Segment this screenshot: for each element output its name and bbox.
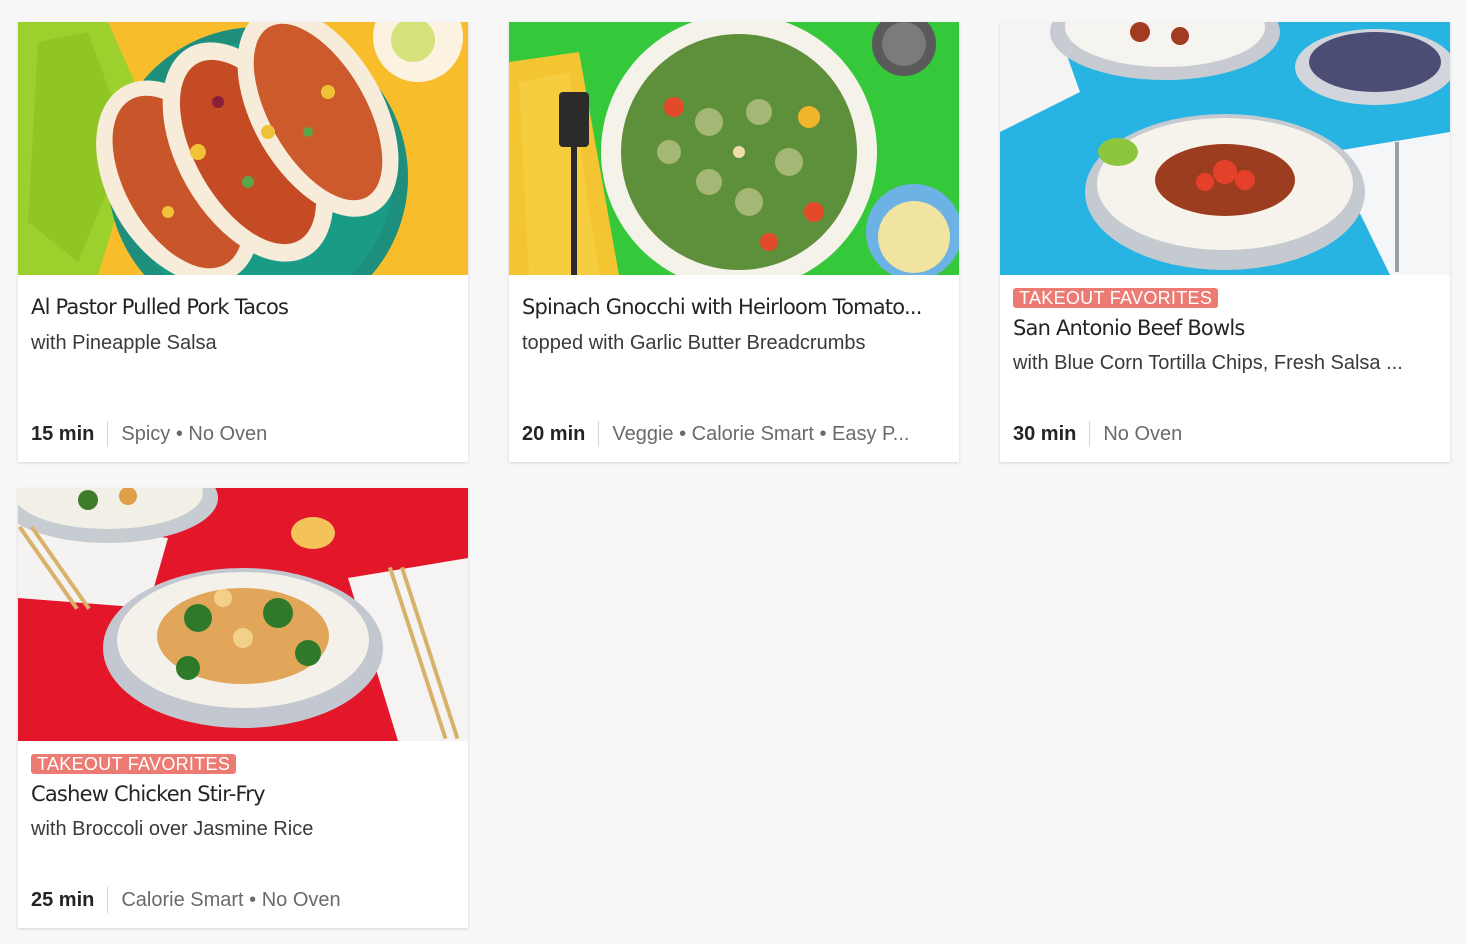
recipe-title[interactable]: Spinach Gnocchi with Heirloom Tomato... — [522, 293, 946, 321]
recipe-meta: 30 min No Oven — [1013, 421, 1437, 447]
recipe-info: Al Pastor Pulled Pork Tacos with Pineapp… — [18, 275, 468, 462]
prep-time: 15 min — [31, 422, 95, 445]
recipe-title[interactable]: Al Pastor Pulled Pork Tacos — [31, 293, 455, 321]
recipe-title[interactable]: Cashew Chicken Stir-Fry — [31, 780, 455, 808]
recipe-tags: Calorie Smart • No Oven — [121, 888, 341, 911]
recipe-grid: Al Pastor Pulled Pork Tacos with Pineapp… — [0, 0, 1466, 944]
recipe-meta: 15 min Spicy • No Oven — [31, 421, 455, 447]
recipe-tags: Veggie • Calorie Smart • Easy P... — [612, 422, 910, 445]
recipe-tags: Spicy • No Oven — [121, 422, 268, 445]
recipe-subtitle: topped with Garlic Butter Breadcrumbs — [522, 332, 866, 354]
prep-time: 30 min — [1013, 422, 1077, 445]
recipe-subtitle: with Pineapple Salsa — [31, 332, 217, 354]
meta-divider — [107, 421, 109, 447]
prep-time: 20 min — [522, 422, 586, 445]
recipe-tags: No Oven — [1103, 422, 1183, 445]
recipe-card-spinach-gnocchi[interactable]: Spinach Gnocchi with Heirloom Tomato... … — [509, 22, 959, 462]
recipe-meta: 20 min Veggie • Calorie Smart • Easy P..… — [522, 421, 946, 447]
recipe-card-al-pastor[interactable]: Al Pastor Pulled Pork Tacos with Pineapp… — [18, 22, 468, 462]
recipe-meta: 25 min Calorie Smart • No Oven — [31, 887, 455, 913]
recipe-info: TAKEOUT FAVORITES Cashew Chicken Stir-Fr… — [18, 741, 468, 928]
recipe-subtitle: with Broccoli over Jasmine Rice — [31, 818, 314, 840]
prep-time: 25 min — [31, 888, 95, 911]
takeout-favorites-badge: TAKEOUT FAVORITES — [31, 754, 237, 774]
meta-divider — [1089, 421, 1091, 447]
meta-divider — [107, 887, 109, 913]
gnocchi-photo — [509, 22, 959, 275]
recipe-photo[interactable] — [18, 22, 468, 275]
recipe-info: Spinach Gnocchi with Heirloom Tomato... … — [509, 275, 959, 462]
recipe-card-san-antonio[interactable]: TAKEOUT FAVORITES San Antonio Beef Bowls… — [1000, 22, 1450, 462]
beef-bowls-photo — [1000, 22, 1450, 275]
recipe-title[interactable]: San Antonio Beef Bowls — [1013, 314, 1437, 342]
recipe-photo[interactable] — [509, 22, 959, 275]
meta-divider — [598, 421, 600, 447]
recipe-card-cashew-chicken[interactable]: TAKEOUT FAVORITES Cashew Chicken Stir-Fr… — [18, 488, 468, 928]
stir-fry-photo — [18, 488, 468, 741]
recipe-info: TAKEOUT FAVORITES San Antonio Beef Bowls… — [1000, 275, 1450, 462]
takeout-favorites-badge: TAKEOUT FAVORITES — [1013, 288, 1219, 308]
recipe-photo[interactable] — [18, 488, 468, 741]
recipe-subtitle: with Blue Corn Tortilla Chips, Fresh Sal… — [1013, 352, 1403, 374]
tacos-photo — [18, 22, 468, 275]
recipe-photo[interactable] — [1000, 22, 1450, 275]
